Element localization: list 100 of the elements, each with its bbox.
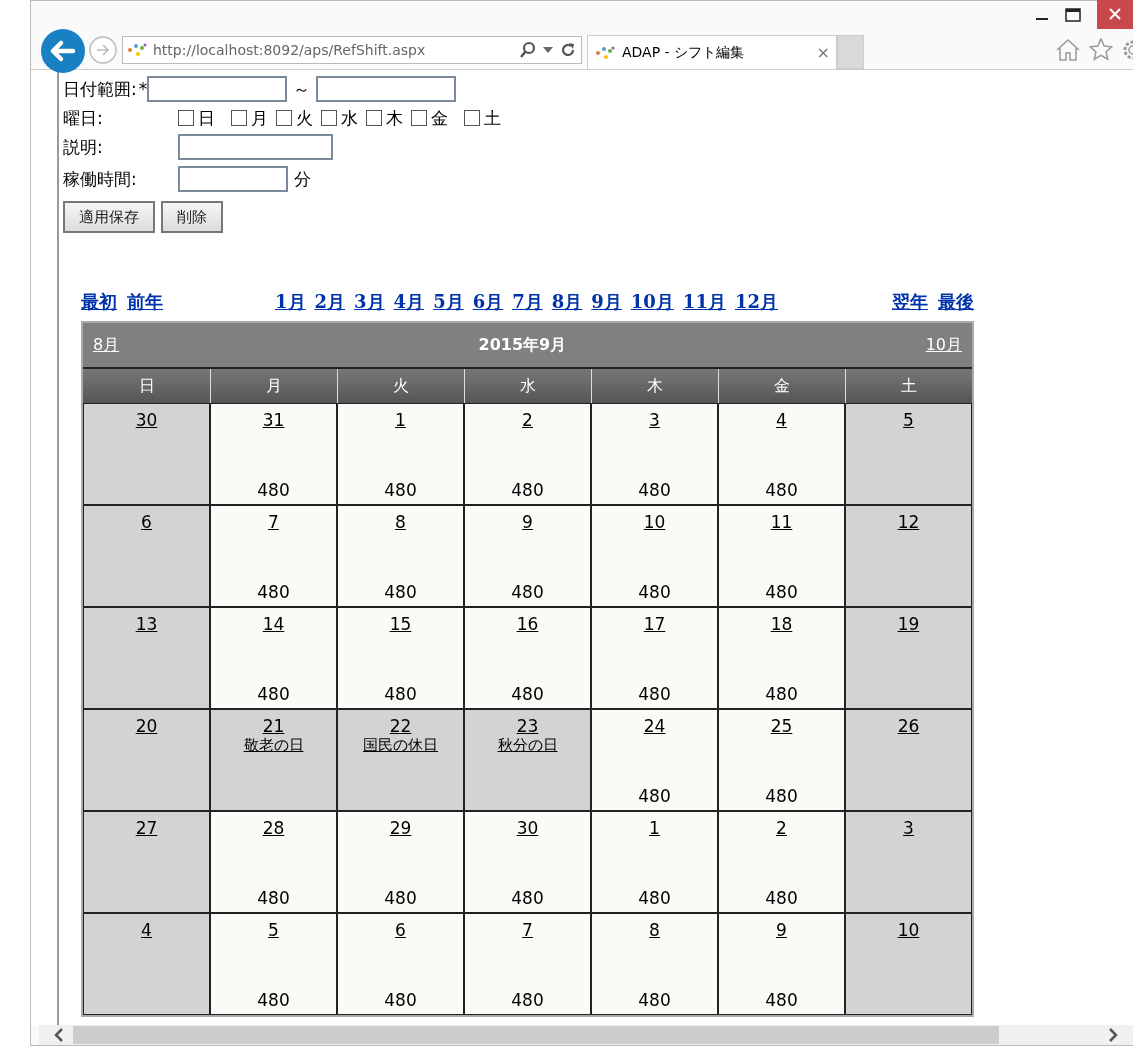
- day-cell[interactable]: 4 480: [718, 403, 845, 505]
- day-link[interactable]: 6: [395, 920, 406, 940]
- day-cell[interactable]: 22 国民の休日: [337, 709, 464, 811]
- month-link[interactable]: 11月: [682, 290, 726, 314]
- day-cell[interactable]: 5: [845, 403, 972, 505]
- day-cell[interactable]: 7 480: [210, 505, 337, 607]
- month-link[interactable]: 5月: [433, 290, 464, 314]
- checkbox[interactable]: [366, 110, 382, 126]
- day-cell[interactable]: 26: [845, 709, 972, 811]
- day-cell[interactable]: 9 480: [718, 913, 845, 1015]
- day-cell[interactable]: 13: [83, 607, 210, 709]
- day-cell[interactable]: 9 480: [464, 505, 591, 607]
- home-icon[interactable]: [1055, 38, 1081, 62]
- day-link[interactable]: 17: [643, 614, 666, 634]
- day-link[interactable]: 19: [897, 614, 920, 634]
- end-date-field[interactable]: [316, 76, 457, 102]
- previous-month-link[interactable]: 8月: [93, 334, 120, 356]
- maximize-icon[interactable]: [1065, 8, 1081, 22]
- checkbox[interactable]: [276, 110, 292, 126]
- day-link[interactable]: 9: [522, 512, 533, 532]
- working-time-field[interactable]: [178, 166, 288, 192]
- year-nav-link[interactable]: 前年: [127, 290, 163, 314]
- day-cell[interactable]: 5 480: [210, 913, 337, 1015]
- day-link[interactable]: 26: [897, 716, 920, 736]
- day-cell[interactable]: 16 480: [464, 607, 591, 709]
- day-cell[interactable]: 4: [83, 913, 210, 1015]
- horizontal-scrollbar[interactable]: [39, 1025, 1133, 1045]
- day-cell[interactable]: 25 480: [718, 709, 845, 811]
- day-link[interactable]: 5: [268, 920, 279, 940]
- day-cell[interactable]: 31 480: [210, 403, 337, 505]
- month-link[interactable]: 12月: [734, 290, 778, 314]
- day-cell[interactable]: 30 480: [464, 811, 591, 913]
- day-cell[interactable]: 3: [845, 811, 972, 913]
- close-button[interactable]: [1097, 0, 1133, 29]
- day-link[interactable]: 30: [516, 818, 539, 838]
- day-link[interactable]: 22: [389, 716, 412, 736]
- day-link[interactable]: 29: [389, 818, 412, 838]
- year-nav-link[interactable]: 最後: [938, 290, 974, 314]
- day-link[interactable]: 24: [643, 716, 666, 736]
- day-link[interactable]: 7: [522, 920, 533, 940]
- day-link[interactable]: 25: [770, 716, 793, 736]
- day-link[interactable]: 5: [903, 410, 914, 430]
- day-cell[interactable]: 7 480: [464, 913, 591, 1015]
- day-cell[interactable]: 17 480: [591, 607, 718, 709]
- day-link[interactable]: 13: [135, 614, 158, 634]
- holiday-link[interactable]: 敬老の日: [243, 736, 304, 755]
- day-link[interactable]: 31: [262, 410, 285, 430]
- checkbox[interactable]: [411, 110, 427, 126]
- day-cell[interactable]: 21 敬老の日: [210, 709, 337, 811]
- day-cell[interactable]: 2 480: [718, 811, 845, 913]
- day-link[interactable]: 2: [776, 818, 787, 838]
- day-cell[interactable]: 12: [845, 505, 972, 607]
- delete-button[interactable]: 削除: [161, 201, 223, 233]
- start-date-field[interactable]: [147, 76, 288, 102]
- day-cell[interactable]: 11 480: [718, 505, 845, 607]
- day-cell[interactable]: 19: [845, 607, 972, 709]
- year-nav-link[interactable]: 最初: [81, 290, 117, 314]
- day-cell[interactable]: 15 480: [337, 607, 464, 709]
- checkbox[interactable]: [231, 110, 247, 126]
- day-cell[interactable]: 2 480: [464, 403, 591, 505]
- star-icon[interactable]: [1089, 38, 1113, 62]
- day-link[interactable]: 6: [141, 512, 152, 532]
- back-icon[interactable]: [40, 28, 86, 74]
- day-link[interactable]: 28: [262, 818, 285, 838]
- day-cell[interactable]: 3 480: [591, 403, 718, 505]
- save-button[interactable]: 適用保存: [63, 201, 155, 233]
- day-cell[interactable]: 10 480: [591, 505, 718, 607]
- month-link[interactable]: 9月: [591, 290, 622, 314]
- month-link[interactable]: 7月: [512, 290, 543, 314]
- day-link[interactable]: 1: [649, 818, 660, 838]
- day-cell[interactable]: 10: [845, 913, 972, 1015]
- month-link[interactable]: 2月: [314, 290, 346, 314]
- day-link[interactable]: 4: [776, 410, 787, 430]
- month-link[interactable]: 6月: [472, 290, 504, 314]
- browser-tab[interactable]: ADAP - シフト編集 ×: [587, 35, 837, 69]
- day-link[interactable]: 20: [135, 716, 158, 736]
- month-link[interactable]: 4月: [393, 290, 425, 314]
- day-link[interactable]: 11: [770, 512, 793, 532]
- day-link[interactable]: 12: [897, 512, 920, 532]
- day-cell[interactable]: 14 480: [210, 607, 337, 709]
- day-cell[interactable]: 1 480: [337, 403, 464, 505]
- day-link[interactable]: 27: [135, 818, 158, 838]
- scroll-left-icon[interactable]: [53, 1028, 65, 1042]
- day-link[interactable]: 8: [649, 920, 660, 940]
- day-link[interactable]: 1: [395, 410, 406, 430]
- holiday-link[interactable]: 秋分の日: [497, 736, 558, 755]
- month-link[interactable]: 10月: [630, 290, 674, 314]
- day-cell[interactable]: 30: [83, 403, 210, 505]
- day-cell[interactable]: 27: [83, 811, 210, 913]
- day-link[interactable]: 21: [262, 716, 285, 736]
- day-link[interactable]: 16: [516, 614, 539, 634]
- day-link[interactable]: 10: [643, 512, 666, 532]
- day-link[interactable]: 15: [389, 614, 412, 634]
- day-link[interactable]: 23: [516, 716, 539, 736]
- tab-close-button[interactable]: ×: [816, 43, 830, 62]
- day-cell[interactable]: 28 480: [210, 811, 337, 913]
- year-nav-link[interactable]: 翌年: [892, 290, 928, 314]
- scroll-right-icon[interactable]: [1107, 1028, 1119, 1042]
- day-cell[interactable]: 29 480: [337, 811, 464, 913]
- dropdown-caret-icon[interactable]: [543, 47, 553, 53]
